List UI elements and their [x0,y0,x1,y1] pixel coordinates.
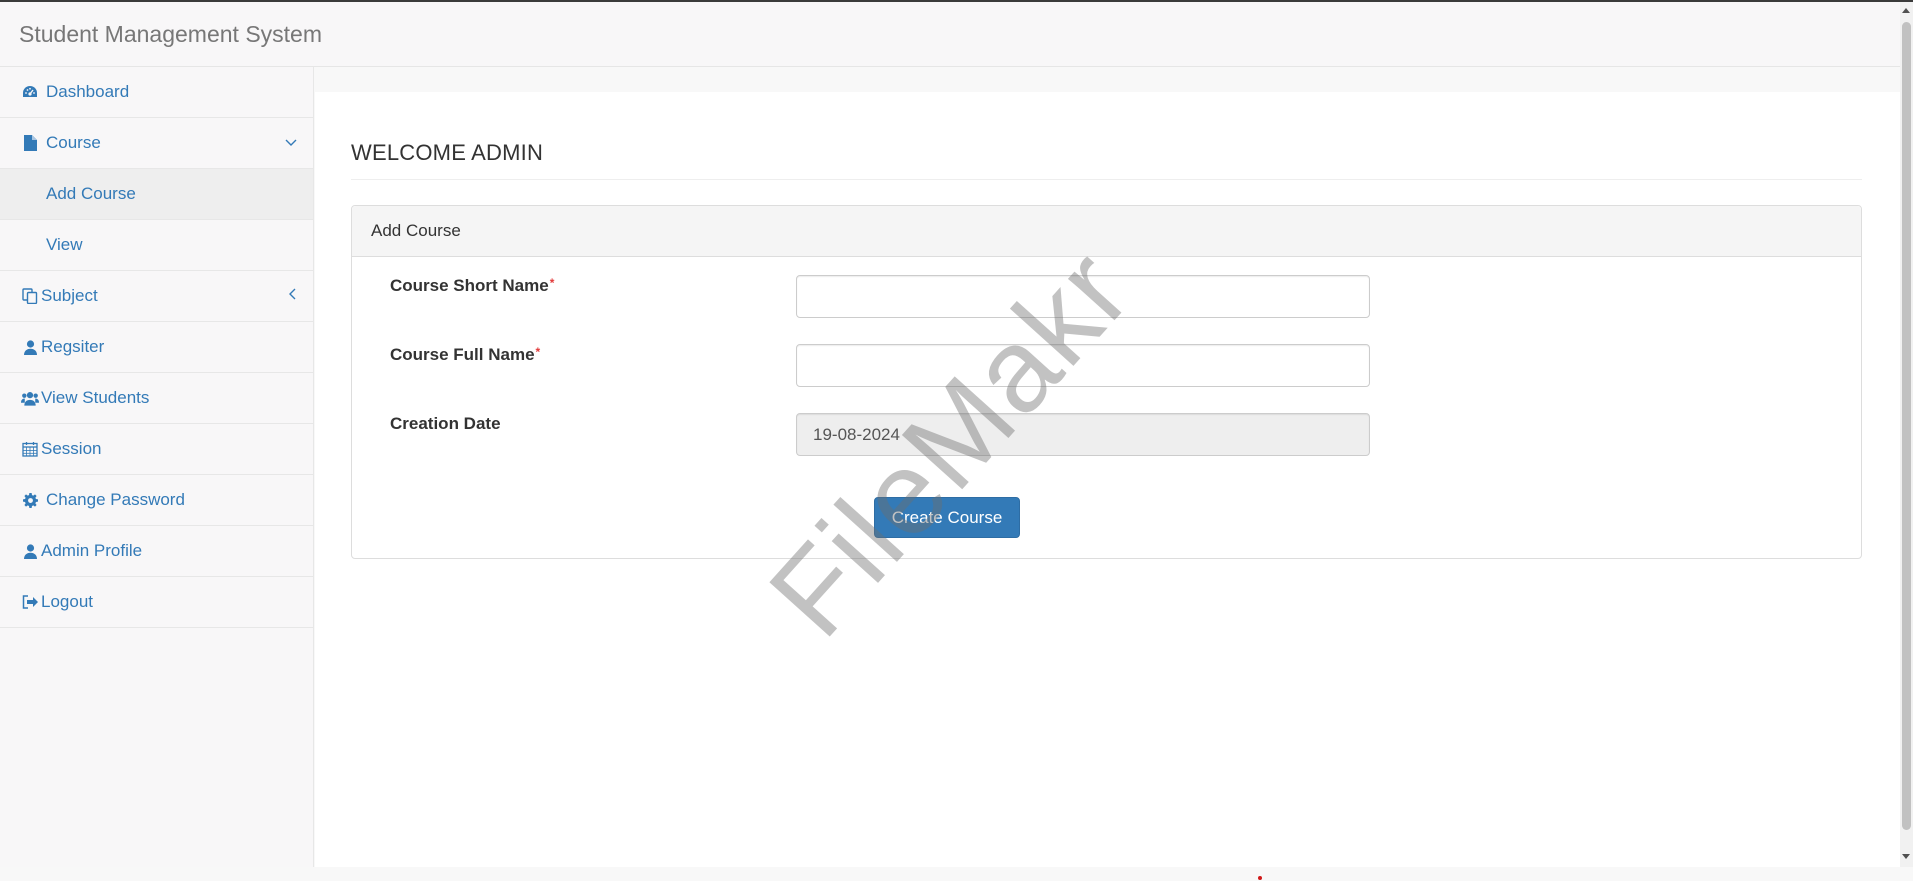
course-short-name-input[interactable] [796,275,1370,318]
sidebar-item-subject[interactable]: Subject [0,271,313,322]
gear-icon [21,492,39,508]
creation-date-label: Creation Date [390,414,501,433]
scroll-down-arrow-icon[interactable] [1902,854,1910,859]
dashboard-icon [21,84,39,100]
course-full-name-label: Course Full Name* [390,345,540,365]
user-icon [21,543,39,559]
cursor-dot [1258,876,1262,880]
vertical-scrollbar[interactable] [1900,2,1913,867]
required-mark: * [549,276,555,290]
sidebar-item-label: Course [46,133,101,152]
course-short-name-label: Course Short Name* [390,276,554,296]
add-course-panel: Add Course Course Short Name* Course Ful… [351,205,1862,559]
top-navbar: Student Management System [0,2,1900,67]
create-course-button[interactable]: Create Course [874,497,1020,538]
page-title: WELCOME ADMIN [351,140,544,165]
sidebar-item-label: Logout [41,592,93,611]
sidebar-item-label: Dashboard [46,82,130,101]
sidebar-item-admin-profile[interactable]: Admin Profile [0,526,313,577]
creation-date-input[interactable] [796,413,1370,456]
main-content: WELCOME ADMIN Add Course Course Short Na… [315,92,1900,867]
chevron-left-icon[interactable] [289,271,297,321]
sidebar-item-change-password[interactable]: Change Password [0,475,313,526]
chevron-down-icon[interactable] [285,118,297,168]
app-title[interactable]: Student Management System [19,21,322,48]
sidebar-item-course[interactable]: Course [0,118,313,169]
sidebar-subitem-view[interactable]: View [0,220,313,271]
sidebar-item-logout[interactable]: Logout [0,577,313,628]
users-icon [21,390,39,406]
course-full-name-input[interactable] [796,344,1370,387]
sidebar-subitem-add-course[interactable]: Add Course [0,169,313,220]
sidebar-item-view-students[interactable]: View Students [0,373,313,424]
sidebar-item-label: Change Password [46,490,185,509]
sidebar-item-label: Session [41,439,102,458]
sidebar-item-label: Regsiter [41,337,105,356]
sidebar-item-label: View Students [41,388,150,407]
logout-icon [21,594,39,610]
user-icon [21,339,39,355]
panel-heading: Add Course [352,206,1861,257]
sidebar-item-dashboard[interactable]: Dashboard [0,67,313,118]
title-divider [351,179,1862,180]
sidebar: Dashboard Course Add Course View Subject… [0,67,314,867]
sidebar-item-label: Subject [41,286,98,305]
copy-icon [21,288,39,304]
file-icon [21,135,39,151]
sidebar-item-label: View [46,235,83,254]
sidebar-item-session[interactable]: Session [0,424,313,475]
scrollbar-thumb[interactable] [1902,22,1911,830]
sidebar-item-label: Admin Profile [41,541,143,560]
required-mark: * [535,345,541,359]
scroll-up-arrow-icon[interactable] [1902,8,1910,13]
calendar-icon [21,441,39,457]
sidebar-item-label: Add Course [46,184,136,203]
field-label-text: Course Short Name [390,276,549,295]
field-label-text: Course Full Name [390,345,535,364]
sidebar-item-register[interactable]: Regsiter [0,322,313,373]
